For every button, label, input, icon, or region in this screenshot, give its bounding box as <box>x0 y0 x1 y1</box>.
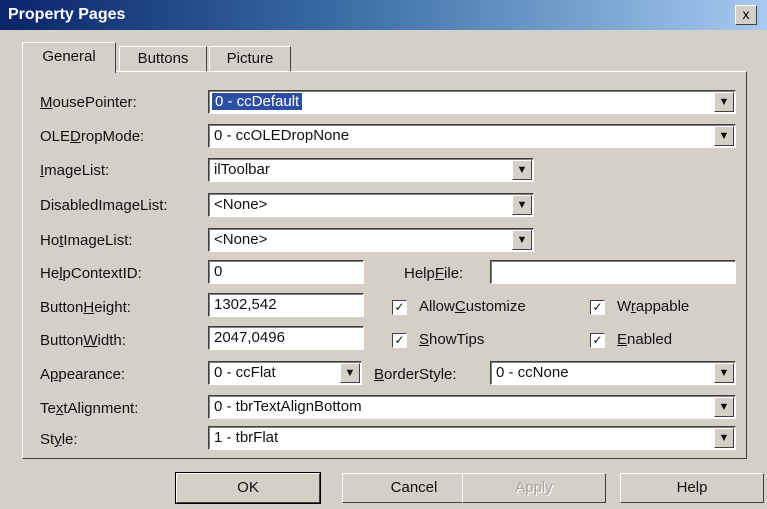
tab-picture[interactable]: Picture <box>209 46 291 72</box>
text-alignment-combo[interactable]: 0 - tbrTextAlignBottom ▼ <box>208 395 736 419</box>
checkmark-icon: ✓ <box>590 332 605 348</box>
button-height-label: ButtonHeight: <box>40 299 131 316</box>
hot-image-list-value: <None> <box>214 231 268 248</box>
enabled-checkbox[interactable]: ✓ Enabled <box>590 331 672 348</box>
border-style-value: 0 - ccNone <box>496 364 569 381</box>
border-style-label: BorderStyle: <box>374 366 457 383</box>
ok-button[interactable]: OK <box>175 472 321 504</box>
checkmark-icon: ✓ <box>590 299 605 315</box>
ole-drop-mode-label: OLEDropMode: <box>40 128 145 145</box>
tab-general[interactable]: General <box>22 42 116 73</box>
disabled-image-list-label: DisabledImageList: <box>40 197 168 214</box>
title-bar: Property Pages x <box>0 0 767 30</box>
chevron-down-icon[interactable]: ▼ <box>714 92 734 112</box>
ole-drop-mode-value: 0 - ccOLEDropNone <box>214 127 350 144</box>
close-button[interactable]: x <box>735 5 757 25</box>
tab-buttons[interactable]: Buttons <box>119 46 207 72</box>
window-title: Property Pages <box>8 6 126 23</box>
chevron-down-icon[interactable]: ▼ <box>714 363 734 383</box>
style-combo[interactable]: 1 - tbrFlat ▼ <box>208 426 736 450</box>
text-alignment-label: TextAlignment: <box>40 400 139 417</box>
chevron-down-icon[interactable]: ▼ <box>512 160 532 180</box>
ole-drop-mode-combo[interactable]: 0 - ccOLEDropNone ▼ <box>208 124 736 148</box>
allow-customize-label: AllowCustomize <box>419 298 526 315</box>
border-style-combo[interactable]: 0 - ccNone ▼ <box>490 361 736 385</box>
mouse-pointer-value: 0 - ccDefault <box>212 93 303 110</box>
help-context-id-label: HelpContextID: <box>40 265 142 282</box>
appearance-combo[interactable]: 0 - ccFlat ▼ <box>208 361 362 385</box>
help-file-field[interactable] <box>490 260 736 284</box>
image-list-label: ImageList: <box>40 162 110 179</box>
help-button[interactable]: Help <box>620 473 764 503</box>
button-width-value: 2047,0496 <box>214 329 285 346</box>
button-height-field[interactable]: 1302,542 <box>208 293 364 317</box>
enabled-label: Enabled <box>617 331 673 348</box>
image-list-combo[interactable]: ilToolbar ▼ <box>208 158 534 182</box>
appearance-value: 0 - ccFlat <box>214 364 276 381</box>
style-label: Style: <box>40 431 78 448</box>
button-width-label: ButtonWidth: <box>40 332 126 349</box>
wrappable-label: Wrappable <box>617 298 690 315</box>
show-tips-label: ShowTips <box>419 331 485 348</box>
chevron-down-icon[interactable]: ▼ <box>714 428 734 448</box>
chevron-down-icon[interactable]: ▼ <box>512 195 532 215</box>
allow-customize-checkbox[interactable]: ✓ AllowCustomize <box>392 298 526 315</box>
chevron-down-icon[interactable]: ▼ <box>340 363 360 383</box>
hot-image-list-combo[interactable]: <None> ▼ <box>208 228 534 252</box>
text-alignment-value: 0 - tbrTextAlignBottom <box>214 398 362 415</box>
checkmark-icon: ✓ <box>392 299 407 315</box>
disabled-image-list-combo[interactable]: <None> ▼ <box>208 193 534 217</box>
appearance-label: Appearance: <box>40 366 126 383</box>
help-context-id-value: 0 <box>214 263 223 280</box>
chevron-down-icon[interactable]: ▼ <box>512 230 532 250</box>
image-list-value: ilToolbar <box>214 161 270 178</box>
apply-button[interactable]: Apply <box>462 473 606 503</box>
wrappable-checkbox[interactable]: ✓ Wrappable <box>590 298 689 315</box>
button-height-value: 1302,542 <box>214 296 277 313</box>
help-context-id-field[interactable]: 0 <box>208 260 364 284</box>
hot-image-list-label: HotImageList: <box>40 232 133 249</box>
mouse-pointer-combo[interactable]: 0 - ccDefault ▼ <box>208 90 736 114</box>
help-file-label: HelpFile: <box>404 265 464 282</box>
disabled-image-list-value: <None> <box>214 196 268 213</box>
mouse-pointer-label: MousePointer: <box>40 94 137 111</box>
show-tips-checkbox[interactable]: ✓ ShowTips <box>392 331 484 348</box>
chevron-down-icon[interactable]: ▼ <box>714 126 734 146</box>
style-value: 1 - tbrFlat <box>214 429 279 446</box>
button-width-field[interactable]: 2047,0496 <box>208 326 364 350</box>
chevron-down-icon[interactable]: ▼ <box>714 397 734 417</box>
checkmark-icon: ✓ <box>392 332 407 348</box>
